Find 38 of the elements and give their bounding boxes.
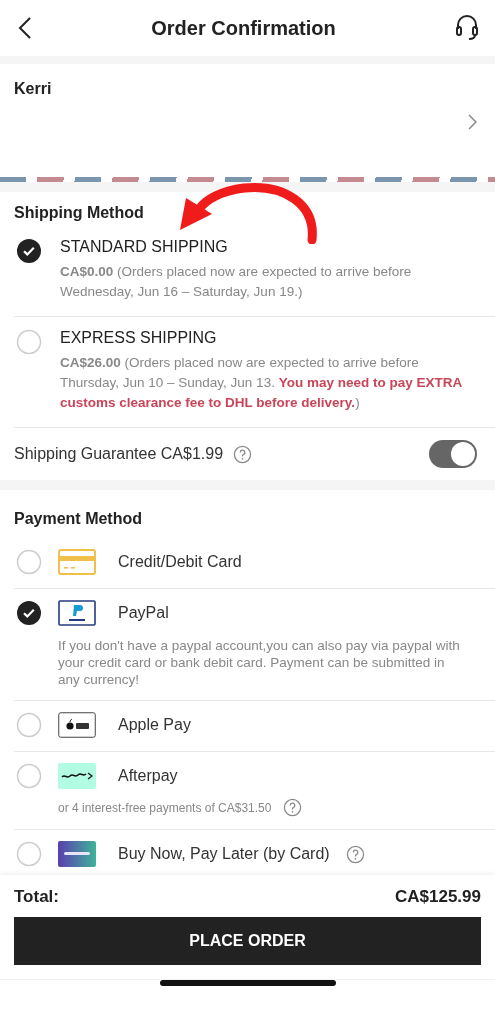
shipping-description: CA$26.00 (Orders placed now are expected to arrive before Thursday, Jun 10 – Sunday, Jun 13. You may need to pay EXTRA customs clearance fee to DHL before delivery.)	[60, 354, 463, 412]
recipient-name: Kerri	[14, 80, 52, 98]
help-icon[interactable]	[283, 798, 303, 817]
shipping-option-name[interactable]: STANDARD SHIPPING	[60, 238, 481, 256]
payment-method-name[interactable]: PayPal	[118, 604, 169, 622]
radio-icon[interactable]	[16, 329, 42, 355]
help-icon[interactable]	[345, 844, 365, 864]
payment-method-name[interactable]: Apple Pay	[118, 716, 191, 734]
radio-icon[interactable]	[16, 712, 42, 738]
payment-logo-icon	[58, 600, 96, 626]
shipping-option-name[interactable]: EXPRESS SHIPPING	[60, 329, 481, 347]
payment-method-name[interactable]: Afterpay	[118, 767, 178, 785]
headset-icon[interactable]	[455, 14, 479, 42]
checked-radio-icon[interactable]	[16, 238, 42, 264]
place-order-button[interactable]: PLACE ORDER	[14, 917, 481, 965]
back-icon[interactable]	[18, 16, 32, 40]
payment-method-name[interactable]: Buy Now, Pay Later (by Card)	[118, 845, 330, 863]
page-title: Order Confirmation	[151, 16, 336, 40]
total-amount: CA$125.99	[395, 887, 481, 907]
radio-icon[interactable]	[16, 549, 42, 575]
payment-logo-icon	[58, 841, 96, 867]
shipping-description: CA$0.00 (Orders placed now are expected to arrive before Wednesday, Jun 16 – Saturday, Jun 19.)	[60, 263, 413, 301]
checked-radio-icon[interactable]	[16, 600, 42, 626]
radio-icon[interactable]	[16, 841, 42, 867]
chevron-right-icon[interactable]	[468, 114, 477, 130]
payment-note: If you don't have a paypal account,you can also pay via paypal with your credit card or bank debit card. Payment can be submitted in any currency!	[58, 637, 461, 688]
payment-method-name[interactable]: Credit/Debit Card	[118, 553, 242, 571]
card-icon	[58, 549, 96, 575]
payment-logo-icon	[58, 763, 96, 789]
installment-note: or 4 interest-free payments of CA$31.50	[58, 800, 272, 815]
radio-icon[interactable]	[16, 763, 42, 789]
guarantee-label: Shipping Guarantee CA$1.99	[14, 445, 224, 463]
payment-logo-icon	[58, 712, 96, 738]
section-title: Payment Method	[14, 509, 143, 529]
help-icon[interactable]	[233, 444, 253, 464]
section-title: Shipping Method	[14, 203, 144, 223]
toggle-switch[interactable]	[429, 440, 477, 468]
total-label: Total:	[14, 887, 59, 907]
